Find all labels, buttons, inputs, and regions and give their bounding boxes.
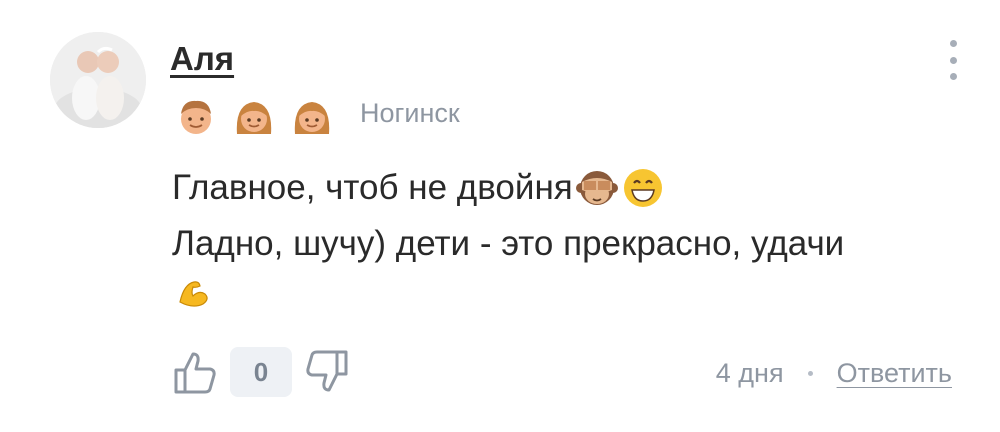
comment-text: Главное, чтоб не двойня Ладно, шучу) дет…: [172, 160, 932, 312]
author-city: Ногинск: [360, 98, 460, 128]
comment-line: Ладно, шучу) дети - это прекрасно, удачи: [172, 216, 932, 272]
likes-count: 0: [230, 347, 292, 397]
author-name[interactable]: Аля: [170, 40, 234, 78]
boy-face-icon: [181, 100, 211, 134]
rating-controls: 0: [170, 346, 352, 398]
girl-face-icon: [294, 102, 330, 134]
more-options-icon[interactable]: [948, 40, 958, 80]
comment-line: Главное, чтоб не двойня: [172, 160, 932, 216]
badges: [174, 94, 334, 138]
avatar[interactable]: [50, 32, 146, 128]
flexed-biceps-icon: [179, 281, 208, 307]
separator-dot: [807, 371, 813, 376]
see-no-evil-monkey-icon: [575, 171, 618, 205]
comment-line: [172, 272, 932, 312]
girl-face-icon: [236, 102, 272, 134]
comment-line-1: Главное, чтоб не двойня: [172, 168, 573, 207]
comment-line-2: Ладно, шучу) дети - это прекрасно, удачи: [172, 224, 845, 263]
timestamp: 4 дня: [715, 358, 784, 388]
reply-link[interactable]: Ответить: [837, 358, 952, 389]
grinning-face-icon: [623, 169, 662, 207]
thumbs-up-icon[interactable]: [170, 346, 220, 398]
comment-meta: 4 дня Ответить: [716, 358, 952, 389]
thumbs-down-icon[interactable]: [302, 346, 352, 398]
